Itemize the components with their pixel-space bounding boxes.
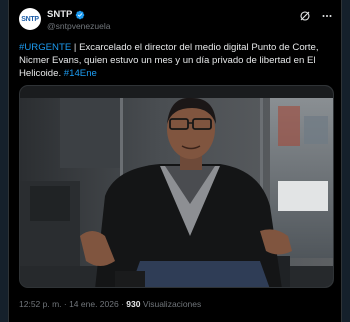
author-handle[interactable]: @sntpvenezuela xyxy=(47,21,110,31)
hashtag-14ene[interactable]: #14Ene xyxy=(64,68,97,79)
tweet-meta: 12:52 p. m. · 14 ene. 2026 · 930 Visuali… xyxy=(19,299,201,309)
author-display-name[interactable]: SNTP xyxy=(47,9,72,20)
views-label: Visualizaciones xyxy=(140,299,202,309)
hashtag-urgente[interactable]: #URGENTE xyxy=(19,42,71,53)
avatar[interactable]: SNTP xyxy=(19,8,41,30)
tweet-card[interactable]: SNTP SNTP @sntpvenezuela #URGENTE | Exca… xyxy=(8,0,342,322)
more-options-icon[interactable] xyxy=(321,10,333,22)
author-name-row[interactable]: SNTP xyxy=(47,9,85,20)
tweet-timestamp[interactable]: 12:52 p. m. · 14 ene. 2026 · xyxy=(19,299,126,309)
photo-illustration xyxy=(20,86,333,287)
grok-icon[interactable] xyxy=(299,10,311,22)
avatar-logo-text: SNTP xyxy=(21,15,39,23)
verified-badge-icon xyxy=(76,10,85,19)
views-count: 930 xyxy=(126,299,141,309)
tweet-text: #URGENTE | Excarcelado el director del m… xyxy=(19,41,337,80)
tweet-photo[interactable] xyxy=(19,85,334,288)
